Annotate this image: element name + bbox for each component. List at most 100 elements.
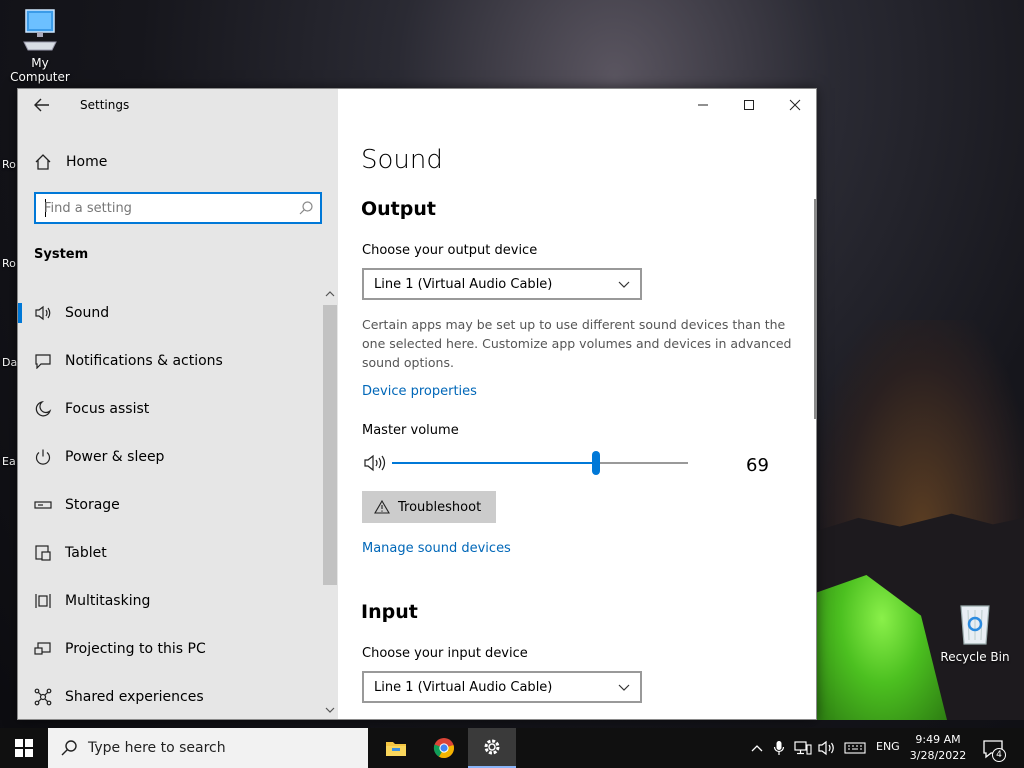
chevron-down-icon <box>618 684 630 691</box>
output-heading: Output <box>361 198 436 220</box>
shared-icon <box>34 688 52 706</box>
output-device-label: Choose your output device <box>362 243 538 258</box>
sidebar-item-label: Power & sleep <box>65 449 165 465</box>
slider-thumb[interactable] <box>592 451 601 475</box>
taskbar-app-chrome[interactable] <box>420 728 468 768</box>
taskbar-clock[interactable]: 9:49 AM 3/28/2022 <box>906 732 970 764</box>
volume-icon[interactable] <box>363 454 387 472</box>
input-device-select[interactable]: Line 1 (Virtual Audio Cable) <box>362 671 642 703</box>
input-heading: Input <box>361 601 418 623</box>
multitasking-icon <box>34 592 52 610</box>
speaker-icon <box>34 304 52 322</box>
sidebar-item-shared-experiences[interactable]: Shared experiences <box>18 673 322 721</box>
projecting-icon <box>34 640 52 658</box>
manage-sound-devices-link[interactable]: Manage sound devices <box>362 541 511 556</box>
sidebar-item-label: Tablet <box>65 545 107 561</box>
slider-fill <box>392 462 597 464</box>
scroll-down-button[interactable] <box>322 703 338 717</box>
microphone-icon <box>773 741 785 755</box>
desktop-icon-my-computer[interactable]: My Computer <box>0 8 80 84</box>
sidebar-item-label: Focus assist <box>65 401 150 417</box>
sidebar-item-label: Shared experiences <box>65 689 204 705</box>
start-button[interactable] <box>0 728 48 768</box>
sidebar-item-power-sleep[interactable]: Power & sleep <box>18 433 322 481</box>
clock-time: 9:49 AM <box>915 733 961 746</box>
taskbar-search-placeholder: Type here to search <box>88 740 226 756</box>
network-tray-icon[interactable] <box>794 740 812 756</box>
chevron-down-icon <box>325 707 335 713</box>
sidebar-item-label: Storage <box>65 497 120 513</box>
sidebar-item-label: Multitasking <box>65 593 151 609</box>
desktop-edge-label: Ea <box>2 455 16 468</box>
input-language-indicator[interactable]: ENG <box>876 740 900 753</box>
desktop-edge-label: Da <box>2 356 18 369</box>
notification-count-badge: 4 <box>992 748 1006 762</box>
page-title: Sound <box>361 145 443 175</box>
volume-tray-icon[interactable] <box>818 740 836 756</box>
sidebar-scrollbar[interactable] <box>322 287 338 719</box>
master-volume-value: 69 <box>746 455 769 476</box>
back-arrow-icon <box>34 98 49 112</box>
desktop-edge-label: Ro <box>2 257 16 270</box>
keyboard-icon <box>844 742 866 754</box>
volume-icon <box>818 740 834 756</box>
select-value: Line 1 (Virtual Audio Cable) <box>374 276 553 292</box>
storage-icon <box>34 496 52 514</box>
device-properties-link[interactable]: Device properties <box>362 384 477 399</box>
chrome-icon <box>433 738 454 759</box>
notification-icon <box>34 352 52 370</box>
touch-keyboard-tray-icon[interactable] <box>844 740 866 756</box>
sidebar-item-sound[interactable]: Sound <box>18 289 322 337</box>
sidebar-nav: Sound Notifications & actions Focus assi… <box>18 289 322 721</box>
clock-date: 3/28/2022 <box>909 749 967 762</box>
chevron-up-icon <box>325 291 335 297</box>
network-icon <box>794 741 812 755</box>
taskbar-app-settings[interactable] <box>468 728 516 768</box>
show-hidden-icons-button[interactable] <box>748 740 766 756</box>
scroll-thumb[interactable] <box>323 305 337 585</box>
sidebar-item-multitasking[interactable]: Multitasking <box>18 577 322 625</box>
sidebar-item-projecting[interactable]: Projecting to this PC <box>18 625 322 673</box>
settings-icon <box>484 739 500 755</box>
recycle-bin-icon <box>960 605 990 645</box>
master-volume-slider[interactable] <box>392 451 688 475</box>
output-description: Certain apps may be set up to use differ… <box>362 317 792 370</box>
master-volume-label: Master volume <box>362 423 459 438</box>
troubleshoot-label: Troubleshoot <box>398 499 482 515</box>
content-scrollbar[interactable] <box>814 199 816 419</box>
search-icon <box>61 740 77 756</box>
warning-icon <box>374 500 390 514</box>
search-icon[interactable] <box>298 200 314 216</box>
microphone-tray-icon[interactable] <box>770 740 788 756</box>
power-icon <box>34 448 52 466</box>
app-title: Settings <box>80 98 130 112</box>
chevron-down-icon <box>618 281 630 288</box>
sidebar-item-focus-assist[interactable]: Focus assist <box>18 385 322 433</box>
troubleshoot-button[interactable]: Troubleshoot <box>362 491 496 523</box>
chevron-up-icon <box>751 745 763 752</box>
desktop-icon-label: My Computer <box>10 56 70 84</box>
file-explorer-icon <box>386 742 406 756</box>
sidebar-home-label: Home <box>66 154 108 170</box>
search-input[interactable] <box>44 199 284 217</box>
back-button[interactable] <box>32 95 52 115</box>
taskbar-app-file-explorer[interactable] <box>372 728 420 768</box>
output-device-select[interactable]: Line 1 (Virtual Audio Cable) <box>362 268 642 300</box>
desktop-edge-label: Ro <box>2 158 16 171</box>
moon-icon <box>34 400 52 418</box>
sidebar-item-home[interactable]: Home <box>34 151 107 173</box>
sidebar-item-notifications[interactable]: Notifications & actions <box>18 337 322 385</box>
tablet-icon <box>34 544 52 562</box>
sidebar-item-label: Notifications & actions <box>65 353 223 369</box>
search-box[interactable] <box>34 192 322 224</box>
desktop-icon-recycle-bin[interactable]: Recycle Bin <box>935 602 1015 664</box>
sidebar-item-tablet[interactable]: Tablet <box>18 529 322 577</box>
content-pane: Sound Output Choose your output device L… <box>338 89 818 719</box>
sidebar-item-storage[interactable]: Storage <box>18 481 322 529</box>
scroll-up-button[interactable] <box>322 287 338 301</box>
home-icon <box>35 154 51 170</box>
taskbar-search[interactable]: Type here to search <box>48 728 368 768</box>
computer-icon <box>23 9 57 51</box>
desktop-icon-label: Recycle Bin <box>940 650 1010 664</box>
group-label: System <box>34 247 89 262</box>
